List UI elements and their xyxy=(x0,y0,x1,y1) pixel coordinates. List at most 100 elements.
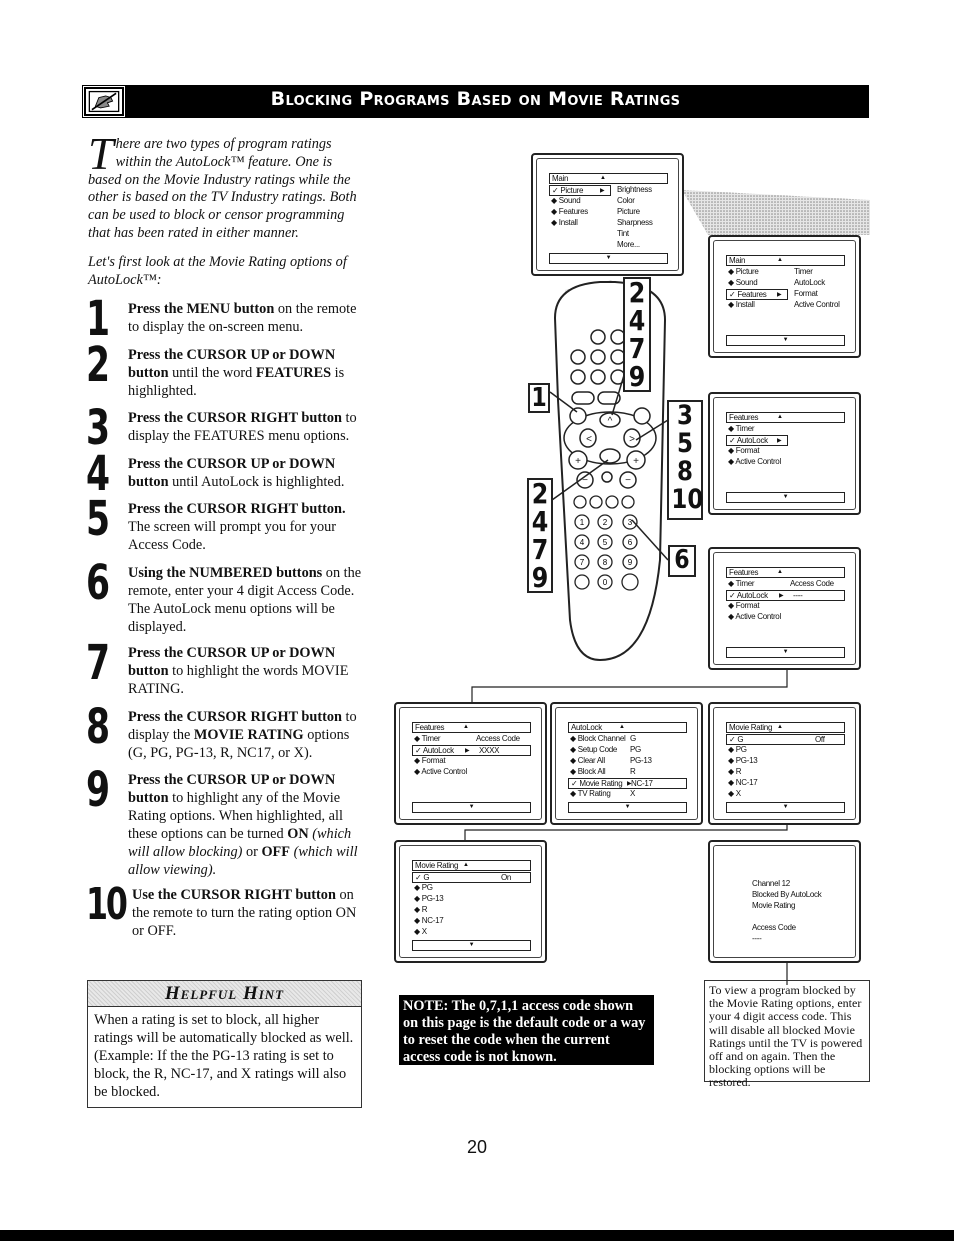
osd-row[interactable]: ◆ PG-13 xyxy=(726,756,845,767)
osd-row[interactable]: ◆ Block All R xyxy=(568,767,687,778)
cursor-down-button[interactable] xyxy=(599,448,621,464)
osd-row[interactable]: ◆ Active Control xyxy=(726,457,845,468)
text-span: ◆ Active Control xyxy=(728,612,781,621)
osd-row[interactable]: ◆ Sound xyxy=(549,196,668,207)
text-span: ◆ Active Control xyxy=(728,457,781,466)
text-span: ◆ TV Rating xyxy=(570,789,611,798)
osd-button[interactable] xyxy=(633,407,651,425)
text-span: ✓ AutoLock xyxy=(415,746,454,755)
scroll-up-icon[interactable]: ▲ xyxy=(600,174,606,183)
submenu-item: Brightness xyxy=(617,185,652,194)
osd-row[interactable]: ◆ Active Control xyxy=(412,767,531,778)
text-span: ◆ Clear All xyxy=(570,756,605,765)
osd-row[interactable]: ✓ AutoLock ▶ XXXX xyxy=(412,745,531,756)
osd-row[interactable]: ◆ PG xyxy=(726,745,845,756)
callout-cursor-right: 3 5 8 10 xyxy=(667,400,703,520)
osd-row[interactable]: ◆ R xyxy=(726,767,845,778)
osd-title: Main ▲ xyxy=(549,173,668,184)
scroll-down-icon[interactable]: ▼ xyxy=(549,253,668,264)
svg-text:^: ^ xyxy=(608,416,613,427)
text-span: XXXX xyxy=(479,746,500,755)
osd-row[interactable]: ◆ PG-13 xyxy=(412,894,531,905)
osd-row[interactable]: ◆ NC-17 xyxy=(726,778,845,789)
osd-row[interactable]: ◆ R xyxy=(412,905,531,916)
scroll-down-icon[interactable]: ▼ xyxy=(568,802,687,813)
text-span: ◆ Format xyxy=(728,446,760,455)
text-span: ◆ Format xyxy=(728,601,760,610)
text-span: ◆ X xyxy=(414,927,427,936)
osd-row[interactable]: ✓ Features ▶ xyxy=(726,289,788,300)
svg-text:<: < xyxy=(586,434,592,445)
text-span: ◆ Format xyxy=(414,756,446,765)
osd-row[interactable]: ◆ Timer xyxy=(726,424,845,435)
osd-row[interactable]: ◆ Clear All PG-13 xyxy=(568,756,687,767)
osd-row[interactable]: ◆ X xyxy=(412,927,531,938)
tv-screen-s4: Features ▲ ◆ Timer Access Code ✓ AutoLock ▶ --… xyxy=(708,547,861,670)
text-span: ✓ AutoLock xyxy=(729,436,768,445)
osd-row[interactable]: ◆ Timer Access Code xyxy=(726,579,845,590)
osd-menu: Features ▲ ◆ Timer Access Code ✓ AutoLock ▶ --… xyxy=(726,567,845,658)
callout-number: 3 5 8 10 xyxy=(671,400,704,515)
osd-row[interactable]: ◆ TV Rating X xyxy=(568,789,687,800)
scroll-up-icon[interactable]: ▲ xyxy=(463,723,469,732)
osd-row[interactable]: ✓ AutoLock ▶ xyxy=(726,435,788,446)
callout-number: 6 xyxy=(674,545,690,575)
scroll-down-icon[interactable]: ▼ xyxy=(726,647,845,658)
osd-row[interactable]: ◆ X xyxy=(726,789,845,800)
osd-menu: Features ▲ ◆ Timer ✓ AutoLock ▶ ◆ Format ◆ Act… xyxy=(726,412,845,503)
scroll-up-icon[interactable]: ▲ xyxy=(777,413,783,422)
osd-row[interactable]: ◆ Active Control xyxy=(726,612,845,623)
callout-cursor-up: 2 4 7 9 xyxy=(623,277,651,392)
osd-row[interactable]: ✓ G On xyxy=(412,872,531,883)
osd-row[interactable]: ✓ G Off xyxy=(726,734,845,745)
text-span: Access Code xyxy=(476,734,520,743)
osd-row[interactable]: ◆ Format xyxy=(412,756,531,767)
osd-row[interactable]: ◆ Setup Code PG xyxy=(568,745,687,756)
text-span: ◆ Block All xyxy=(570,767,606,776)
text-span: ✓ G xyxy=(729,735,744,744)
scroll-up-icon[interactable]: ▲ xyxy=(777,568,783,577)
text-span: X xyxy=(630,789,636,798)
scroll-up-icon[interactable]: ▲ xyxy=(463,861,469,870)
blocked-message-line: Channel 12 xyxy=(752,879,790,888)
menu-button[interactable] xyxy=(569,407,587,425)
alt-channel-button[interactable] xyxy=(574,574,590,590)
osd-row[interactable]: ✓ Picture ▶ xyxy=(549,185,611,196)
osd-row[interactable]: ◆ Timer Access Code xyxy=(412,734,531,745)
osd-row[interactable]: ✓ AutoLock ▶ ---- xyxy=(726,590,845,601)
submenu-item: Sharpness xyxy=(617,218,653,227)
osd-title: Features ▲ xyxy=(726,412,845,423)
scroll-down-icon[interactable]: ▼ xyxy=(412,940,531,951)
arrow-right-icon: ▶ xyxy=(779,593,784,599)
av-button[interactable] xyxy=(621,573,639,591)
scroll-down-icon[interactable]: ▼ xyxy=(726,335,845,346)
osd-row[interactable]: ◆ Picture xyxy=(726,267,845,278)
osd-title: Features ▲ xyxy=(412,722,531,733)
submenu-item: More... xyxy=(617,240,640,249)
text-span: ◆ Timer xyxy=(728,424,755,433)
osd-title: AutoLock ▲ xyxy=(568,722,687,733)
submenu-item: Tint xyxy=(617,229,629,238)
text-span: Movie Rating xyxy=(415,861,459,870)
osd-row[interactable]: ✓ Movie Rating ▶ NC-17 xyxy=(568,778,687,789)
osd-row[interactable]: ◆ PG xyxy=(412,883,531,894)
osd-row[interactable]: ◆ Format xyxy=(726,601,845,612)
text-span: ◆ R xyxy=(728,767,742,776)
submenu-item: Format xyxy=(794,289,818,298)
scroll-down-icon[interactable]: ▼ xyxy=(412,802,531,813)
scroll-down-icon[interactable]: ▼ xyxy=(726,492,845,503)
osd-row[interactable]: ◆ Sound xyxy=(726,278,845,289)
osd-row[interactable]: ◆ Format xyxy=(726,446,845,457)
text-span: ◆ Timer xyxy=(728,579,755,588)
scroll-up-icon[interactable]: ▲ xyxy=(777,723,783,732)
arrow-right-icon: ▶ xyxy=(600,188,605,194)
tv-screen-s5: Features ▲ ◆ Timer Access Code ✓ AutoLock ▶ XX… xyxy=(394,702,547,825)
text-span: On xyxy=(501,873,512,882)
scroll-down-icon[interactable]: ▼ xyxy=(726,802,845,813)
scroll-up-icon[interactable]: ▲ xyxy=(777,256,783,265)
osd-row[interactable]: ◆ Block Channel G xyxy=(568,734,687,745)
osd-row[interactable]: ◆ NC-17 xyxy=(412,916,531,927)
scroll-up-icon[interactable]: ▲ xyxy=(619,723,625,732)
osd-menu: AutoLock ▲ ◆ Block Channel G ◆ Setup Code PG ◆… xyxy=(568,722,687,813)
blocked-message-line: Blocked By AutoLock xyxy=(752,890,822,899)
